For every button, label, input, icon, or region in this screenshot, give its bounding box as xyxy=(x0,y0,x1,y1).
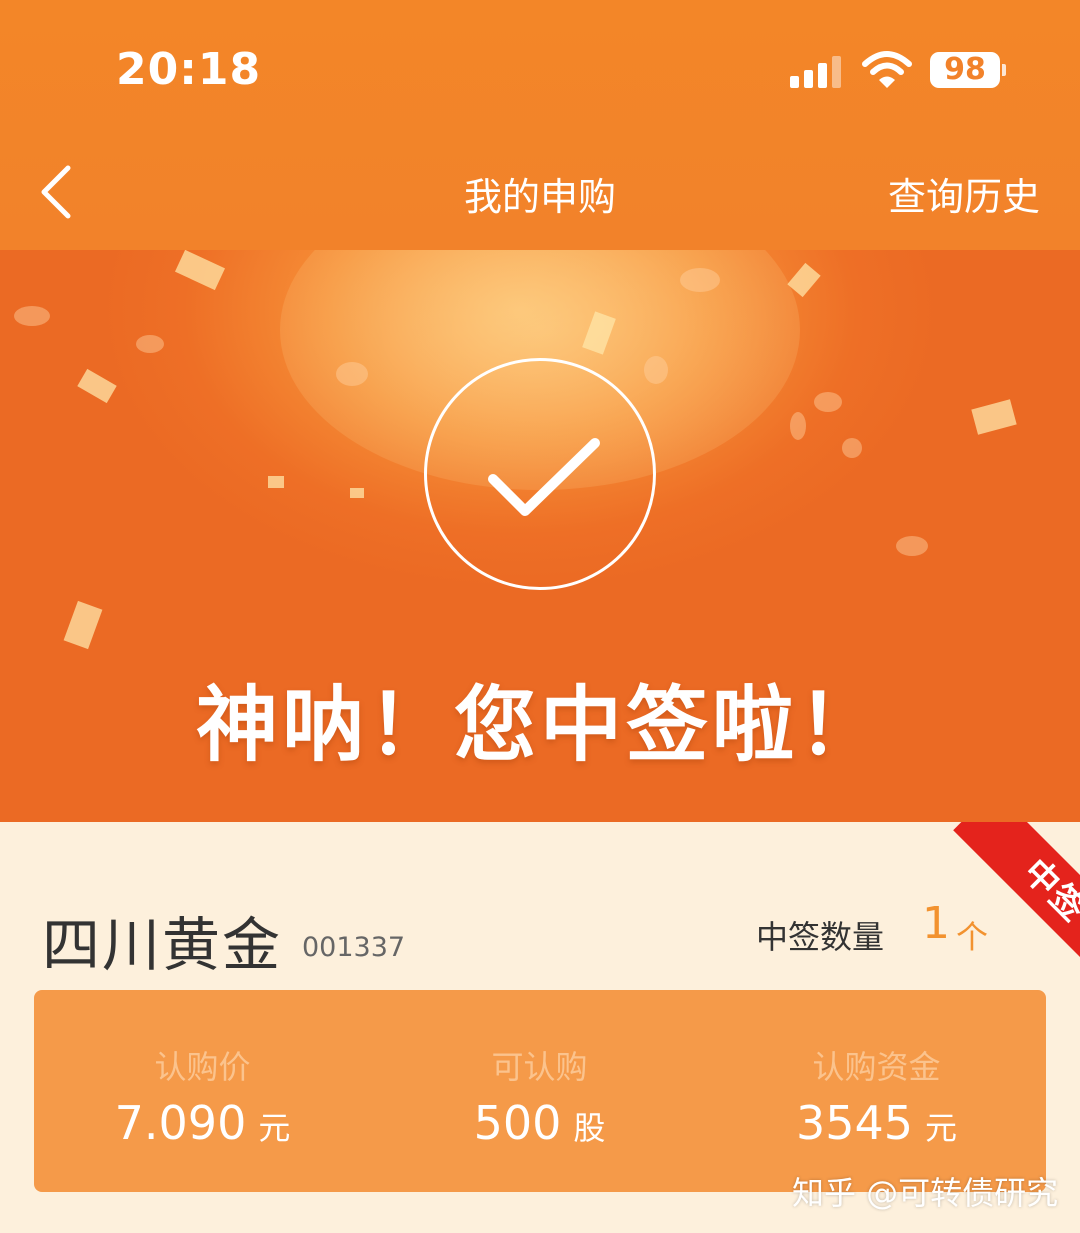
wifi-icon xyxy=(862,51,912,88)
status-time: 20:18 xyxy=(116,44,262,95)
info-value-wrap: 7.090 元 xyxy=(34,1096,371,1150)
info-value-wrap: 3545 元 xyxy=(708,1096,1045,1150)
stock-code: 001337 xyxy=(302,932,406,963)
success-check-icon xyxy=(424,358,656,590)
query-history-link[interactable]: 查询历史 xyxy=(888,166,1040,221)
stock-name: 四川黄金 xyxy=(42,911,283,979)
watermark: 知乎 @可转债研究 xyxy=(792,1174,1059,1212)
win-quantity-label: 中签数量 xyxy=(756,918,885,956)
winning-ribbon: 中签 xyxy=(930,822,1080,972)
app-header: 20:18 98 我的申购 查询历史 xyxy=(0,0,1080,250)
win-quantity-value: 1 xyxy=(922,898,950,949)
info-value: 7.090 xyxy=(114,1096,247,1150)
info-label: 认购资金 xyxy=(812,1048,941,1086)
congrats-banner: 神呐！您中签啦！ xyxy=(0,250,1080,822)
cellular-signal-icon xyxy=(790,56,842,88)
subscription-card: 中签 四川黄金 001337 中签数量 1 个 认购价 7.090 元 可认购 5… xyxy=(0,822,1080,1233)
info-col-shares: 可认购 500 股 xyxy=(371,990,708,1192)
subscription-info-box: 认购价 7.090 元 可认购 500 股 认购资金 3545 元 xyxy=(34,990,1046,1192)
info-value: 500 xyxy=(473,1096,562,1150)
battery-tip xyxy=(1002,64,1006,76)
info-label: 可认购 xyxy=(491,1048,588,1086)
info-unit: 元 xyxy=(258,1109,291,1147)
info-unit: 元 xyxy=(925,1109,958,1147)
info-value-wrap: 500 股 xyxy=(371,1096,708,1150)
info-col-funds: 认购资金 3545 元 xyxy=(708,990,1045,1192)
info-col-price: 认购价 7.090 元 xyxy=(34,990,371,1192)
info-value: 3545 xyxy=(795,1096,914,1150)
win-quantity-unit: 个 xyxy=(956,918,989,956)
info-unit: 股 xyxy=(573,1109,606,1147)
info-label: 认购价 xyxy=(154,1048,251,1086)
battery-icon: 98 xyxy=(930,52,1000,88)
congrats-headline: 神呐！您中签啦！ xyxy=(195,678,884,773)
